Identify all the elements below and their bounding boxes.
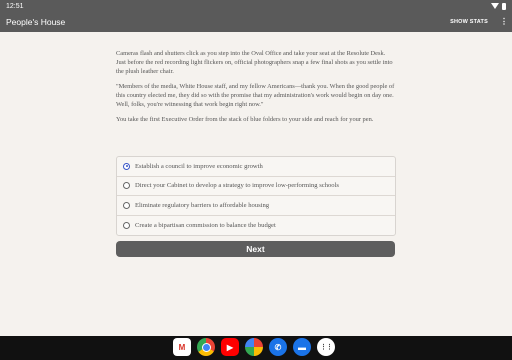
show-stats-button[interactable]: SHOW STATS bbox=[450, 19, 488, 25]
radio-icon[interactable] bbox=[123, 201, 130, 209]
clock: 12:51 bbox=[6, 2, 24, 10]
radio-selected-icon[interactable] bbox=[123, 162, 130, 170]
story-paragraph: You take the first Executive Order from … bbox=[116, 115, 374, 123]
story-paragraph: "Members of the media, White House staff… bbox=[116, 82, 395, 108]
photos-icon[interactable] bbox=[245, 338, 263, 356]
wifi-icon bbox=[491, 3, 499, 9]
choice-option[interactable]: Create a bipartisan commission to balanc… bbox=[117, 216, 395, 236]
choice-label: Create a bipartisan commission to balanc… bbox=[135, 221, 276, 229]
choice-option[interactable]: Eliminate regulatory barriers to afforda… bbox=[117, 196, 395, 216]
choice-label: Eliminate regulatory barriers to afforda… bbox=[135, 201, 270, 209]
choice-list: Establish a council to improve economic … bbox=[116, 156, 396, 236]
story-text: Cameras flash and shutters click as you … bbox=[116, 50, 396, 131]
next-button[interactable]: Next bbox=[116, 241, 395, 257]
youtube-icon[interactable]: ▶ bbox=[221, 338, 239, 356]
story-paragraph: Cameras flash and shutters click as you … bbox=[116, 50, 393, 75]
status-bar: 12:51 bbox=[0, 0, 512, 12]
radio-icon[interactable] bbox=[123, 182, 130, 190]
choice-option[interactable]: Establish a council to improve economic … bbox=[117, 157, 395, 177]
chrome-icon[interactable] bbox=[197, 338, 215, 356]
app-drawer-icon[interactable]: ⋮⋮ bbox=[317, 338, 335, 356]
phone-icon[interactable]: ✆ bbox=[269, 338, 287, 356]
choice-label: Direct your Cabinet to develop a strateg… bbox=[135, 182, 339, 190]
overflow-menu-icon[interactable]: ⋮ bbox=[500, 18, 508, 26]
app-bar: People's House SHOW STATS ⋮ bbox=[0, 12, 512, 32]
messages-icon[interactable]: ▬ bbox=[293, 338, 311, 356]
system-icons bbox=[491, 2, 506, 10]
choice-label: Establish a council to improve economic … bbox=[135, 162, 263, 170]
battery-icon bbox=[502, 2, 506, 10]
app-title: People's House bbox=[6, 17, 66, 27]
radio-icon[interactable] bbox=[123, 221, 130, 229]
gmail-icon[interactable]: M bbox=[173, 338, 191, 356]
choice-option[interactable]: Direct your Cabinet to develop a strateg… bbox=[117, 177, 395, 196]
app-dock: M ▶ ✆ ▬ ⋮⋮ bbox=[173, 338, 335, 356]
